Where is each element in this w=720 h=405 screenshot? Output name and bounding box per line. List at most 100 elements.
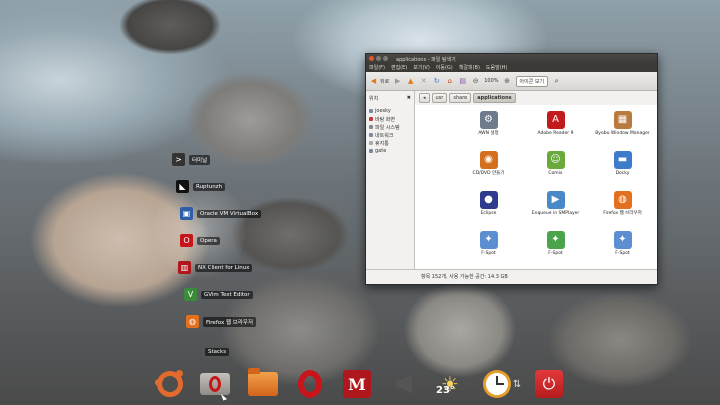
menu-help[interactable]: 도움말(H) bbox=[486, 64, 507, 71]
zoom-in-icon[interactable]: ⊕ bbox=[503, 77, 512, 86]
close-sidebar-icon[interactable]: ✖ bbox=[407, 95, 411, 101]
minimize-window-button[interactable] bbox=[376, 56, 381, 61]
file-item[interactable]: ● Eclipse bbox=[455, 191, 522, 231]
dock-ubuntu-menu[interactable] bbox=[153, 367, 187, 401]
dock-nx-client[interactable]: M bbox=[340, 367, 374, 401]
file-item[interactable]: ◍ Firefox 웹 브라우저 bbox=[589, 191, 656, 231]
menu-edit[interactable]: 편집(E) bbox=[391, 64, 407, 71]
stack-item[interactable]: ◍ Firefox 웹 브라우저 bbox=[186, 315, 256, 328]
stack-item[interactable]: V GVim Text Editor bbox=[184, 288, 253, 301]
file-item[interactable]: A Adobe Reader 9 bbox=[522, 111, 589, 151]
zoom-out-icon[interactable]: ⊖ bbox=[471, 77, 480, 86]
dock-home-folder[interactable] bbox=[246, 367, 280, 401]
file-item[interactable]: ✦ F-Spot bbox=[455, 231, 522, 269]
stop-icon[interactable]: ✕ bbox=[419, 77, 428, 86]
sidebar-item-label: gate bbox=[375, 148, 387, 154]
file-item[interactable]: ✦ F-Spot bbox=[589, 231, 656, 269]
terminal-icon: > bbox=[172, 153, 185, 166]
adobe-reader-icon: A bbox=[546, 111, 565, 129]
view-mode-select[interactable]: 아이콘 보기 bbox=[515, 75, 549, 87]
stack-item[interactable]: ◣ Ruptunzh bbox=[176, 180, 226, 193]
sidebar-item-filesystem[interactable]: 파일 시스템 bbox=[366, 123, 414, 131]
back-arrow-icon: ◀ bbox=[370, 76, 377, 85]
f-spot-icon: ✦ bbox=[613, 231, 632, 249]
close-window-button[interactable] bbox=[369, 56, 374, 61]
sidebar-header: 위치 ✖ bbox=[366, 91, 415, 105]
stack-item-label: Ruptunzh bbox=[193, 182, 226, 191]
dock-stacks[interactable] bbox=[198, 367, 232, 401]
sidebar-item-desktop[interactable]: 바탕 화면 bbox=[366, 115, 414, 123]
opera-icon bbox=[298, 370, 322, 398]
file-manager-window[interactable]: applications - 파일 탐색기 파일(F) 편집(E) 보기(V) … bbox=[365, 53, 658, 285]
zoom-level: 100% bbox=[484, 78, 499, 84]
dock-opera[interactable] bbox=[293, 367, 327, 401]
gvim-icon: V bbox=[184, 288, 197, 301]
dock: M ☀ ⇅ ⏻ bbox=[150, 363, 570, 405]
breadcrumb-share[interactable]: share bbox=[449, 93, 472, 103]
file-item[interactable]: ▶ Enqueue in SMPlayer bbox=[522, 191, 589, 231]
byobu-icon: ▦ bbox=[613, 111, 632, 129]
stack-item-label: Firefox 웹 브라우저 bbox=[203, 316, 256, 327]
search-icon[interactable]: ⌕ bbox=[552, 77, 561, 86]
file-item[interactable]: ✦ F-Spot bbox=[522, 231, 589, 269]
computer-icon[interactable]: ▤ bbox=[458, 77, 467, 86]
sidebar-item-trash[interactable]: 휴지통 bbox=[366, 139, 414, 147]
file-item[interactable]: ▦ Byobu Window Manager bbox=[589, 111, 656, 151]
file-item-label: Firefox 웹 브라우저 bbox=[603, 211, 642, 216]
home-icon[interactable]: ⌂ bbox=[445, 77, 454, 86]
menu-go[interactable]: 이동(G) bbox=[436, 64, 453, 71]
menu-view[interactable]: 보기(V) bbox=[413, 64, 430, 71]
docky-icon: ▬ bbox=[613, 151, 632, 169]
dock-network[interactable]: ⇅ bbox=[505, 367, 529, 401]
sidebar-header-label[interactable]: 위치 bbox=[369, 95, 378, 102]
file-icon-grid: ⚙ AWN 설정 A Adobe Reader 9 ▦ Byobu Window Mana… bbox=[415, 105, 657, 269]
sidebar-item-network[interactable]: 네트워크 bbox=[366, 131, 414, 139]
nx-client-icon: M bbox=[343, 370, 371, 398]
desktop-icon bbox=[369, 117, 373, 121]
home-folder-icon bbox=[248, 368, 278, 396]
maximize-window-button[interactable] bbox=[383, 56, 388, 61]
f-spot-icon: ✦ bbox=[546, 231, 565, 249]
stack-item[interactable]: O Opera bbox=[180, 234, 220, 247]
back-button[interactable]: ◀ 뒤로 bbox=[369, 77, 389, 86]
sidebar-item-home[interactable]: joesky bbox=[366, 107, 414, 115]
dock-volume[interactable] bbox=[387, 367, 421, 401]
sidebar-item-gate[interactable]: gate bbox=[366, 147, 414, 155]
home-folder-icon bbox=[369, 109, 373, 113]
file-item[interactable]: ▬ Docky bbox=[589, 151, 656, 191]
menu-bookmarks[interactable]: 책갈피(B) bbox=[459, 64, 480, 71]
stack-item[interactable]: > 터미널 bbox=[172, 153, 211, 166]
breadcrumb-left-arrow-icon[interactable]: ◂ bbox=[419, 93, 430, 103]
breadcrumb-usr[interactable]: usr bbox=[431, 93, 448, 103]
stack-item[interactable]: ▥ NX Client for Linux bbox=[178, 261, 253, 274]
dock-shutdown[interactable]: ⏻ bbox=[532, 367, 566, 401]
location-bar: 위치 ✖ ◂ usr share applications bbox=[366, 91, 657, 105]
stack-item-label: GVim Text Editor bbox=[201, 290, 253, 299]
firefox-icon: ◍ bbox=[186, 315, 199, 328]
places-sidebar: joesky 바탕 화면 파일 시스템 네트워크 휴지통 gate bbox=[366, 105, 415, 269]
file-item-label: Adobe Reader 9 bbox=[537, 131, 574, 136]
stack-item-label: NX Client for Linux bbox=[195, 263, 253, 272]
window-title: applications - 파일 탐색기 bbox=[396, 57, 456, 63]
file-item-label: F-Spot bbox=[615, 251, 630, 256]
forward-arrow-icon[interactable]: ▶ bbox=[393, 77, 402, 86]
file-item-label: Eclipse bbox=[480, 211, 497, 216]
file-item-label: Docky bbox=[615, 171, 630, 176]
stack-item-label: Oracle VM VirtualBox bbox=[197, 209, 262, 218]
file-item[interactable]: ⚙ AWN 설정 bbox=[455, 111, 522, 151]
file-item-label: Enqueue in SMPlayer bbox=[531, 211, 580, 216]
folder-icon bbox=[369, 149, 373, 153]
window-titlebar[interactable]: applications - 파일 탐색기 bbox=[366, 54, 657, 63]
file-item[interactable]: ☺ Comix bbox=[522, 151, 589, 191]
stack-item[interactable]: ▣ Oracle VM VirtualBox bbox=[180, 207, 262, 220]
trash-icon bbox=[369, 141, 373, 145]
file-item[interactable]: ◉ CD/DVD 만들기 bbox=[455, 151, 522, 191]
ubuntu-logo-icon bbox=[155, 370, 183, 397]
breadcrumb-applications[interactable]: applications bbox=[473, 93, 516, 103]
sidebar-item-label: 바탕 화면 bbox=[375, 116, 395, 123]
reload-icon[interactable]: ↻ bbox=[432, 77, 441, 86]
toolbar: ◀ 뒤로 ▶ ▲ ✕ ↻ ⌂ ▤ ⊖ 100% ⊕ 아이콘 보기 ⌕ bbox=[366, 72, 657, 91]
ruptunzh-icon: ◣ bbox=[176, 180, 189, 193]
menu-file[interactable]: 파일(F) bbox=[369, 64, 385, 71]
up-arrow-icon[interactable]: ▲ bbox=[406, 77, 415, 86]
